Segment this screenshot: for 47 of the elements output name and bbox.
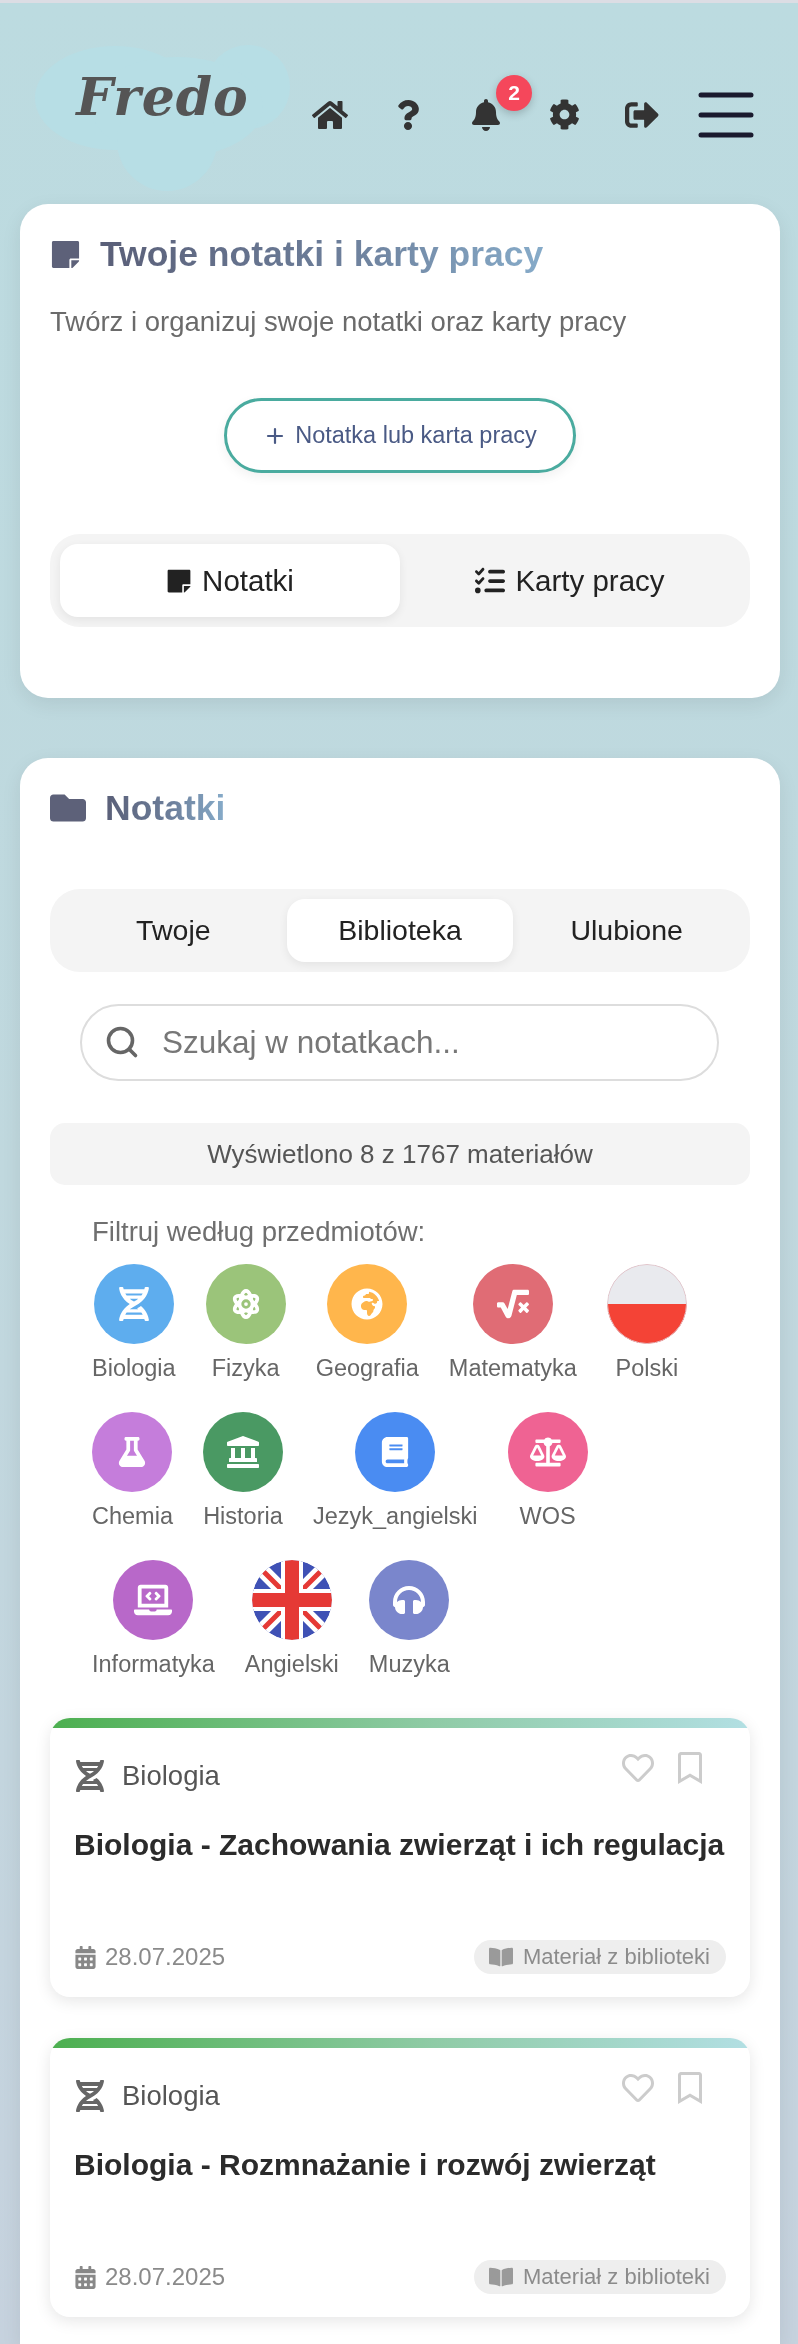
view-tab[interactable]: Notatki — [60, 544, 400, 617]
logo-text: Fredo — [76, 67, 249, 127]
subject-filter-button[interactable]: Informatyka — [92, 1560, 215, 1679]
subject-filter-button[interactable]: Jezyk_angielski — [313, 1412, 478, 1531]
subject-filter-button[interactable]: Historia — [203, 1412, 283, 1531]
note-title: Biologia - Rozmnażanie i rozwój zwierząt — [74, 2147, 657, 2183]
subject-filter-button[interactable]: Biologia — [92, 1264, 176, 1383]
calendar-icon — [74, 1945, 97, 1969]
note-date: 28.07.2025 — [105, 2263, 226, 2291]
source-label: Materiał z biblioteki — [522, 2264, 710, 2290]
source-tab[interactable]: Biblioteka — [286, 899, 514, 962]
view-tab[interactable]: Karty pracy — [400, 544, 740, 617]
create-note-button[interactable]: Notatka lub karta pracy — [224, 398, 576, 473]
subject-label: Biologia — [122, 1759, 220, 1793]
subject-filter-button[interactable]: Muzyka — [368, 1560, 450, 1679]
note-icon — [50, 238, 81, 270]
note-icon — [166, 567, 193, 594]
notification-count: 2 — [496, 74, 532, 111]
source-tab[interactable]: Twoje — [60, 899, 287, 962]
source-tab[interactable]: Ulubione — [513, 899, 740, 962]
section-description: Twórz i organizuj swoje notatki oraz karty pracy — [50, 305, 628, 339]
subject-filter-button[interactable]: Chemia — [92, 1412, 173, 1531]
settings-icon — [548, 99, 580, 130]
note-title: Biologia - Zachowania zwierząt i ich regulacja — [74, 1827, 726, 1863]
calendar-icon — [74, 2265, 97, 2289]
bell-icon — [470, 98, 502, 131]
poland-flag-icon — [606, 1264, 687, 1344]
open-book-icon — [488, 1945, 513, 1969]
subject-filter-button[interactable]: Polski — [606, 1264, 687, 1383]
menu-icon — [698, 91, 754, 138]
search-field[interactable]: Szukaj w notatkach... — [80, 1004, 719, 1081]
search-icon — [104, 1024, 140, 1060]
subject-filter-button[interactable]: Matematyka — [448, 1264, 577, 1383]
source-label: Materiał z biblioteki — [522, 1944, 710, 1970]
subject-label: Biologia — [122, 2079, 220, 2113]
dna-icon — [74, 2080, 106, 2112]
subject-filter-button[interactable]: Angielski — [244, 1560, 339, 1679]
subject-filter-button[interactable]: WOS — [507, 1412, 588, 1531]
results-info: Wyświetlono 8 z 1767 materiałów — [50, 1123, 750, 1185]
checklist-icon — [475, 565, 506, 596]
dna-icon — [74, 1760, 106, 1792]
subject-filter-button[interactable]: Fizyka — [205, 1264, 286, 1383]
open-book-icon — [488, 2265, 513, 2289]
note-date: 28.07.2025 — [105, 1943, 226, 1971]
filter-label: Filtruj według przedmiotów: — [92, 1215, 427, 1249]
menu-button[interactable] — [698, 91, 754, 138]
subject-filter-button[interactable]: Geografia — [315, 1264, 419, 1383]
